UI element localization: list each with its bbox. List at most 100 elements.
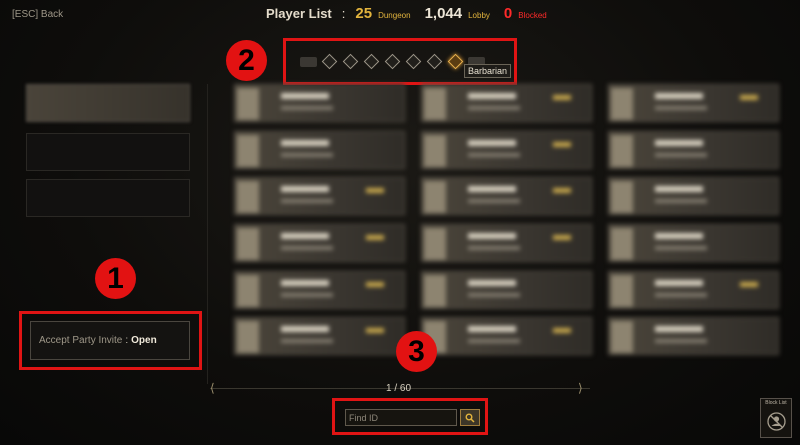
player-name	[281, 139, 329, 146]
prev-page-arrow-icon[interactable]: ⟨	[210, 381, 215, 395]
player-badge	[740, 281, 758, 287]
player-info	[468, 199, 520, 204]
player-name	[281, 93, 329, 99]
class-filter-barbarian[interactable]	[447, 53, 464, 70]
class-filter-option[interactable]	[405, 53, 422, 70]
player-card[interactable]	[234, 177, 405, 216]
player-info	[655, 339, 707, 344]
player-card[interactable]	[421, 84, 592, 122]
avatar	[611, 88, 633, 120]
avatar	[237, 181, 259, 214]
player-name	[655, 232, 703, 239]
class-icon	[342, 53, 359, 70]
player-info	[281, 245, 333, 250]
player-badge	[553, 141, 571, 147]
player-card[interactable]	[608, 130, 779, 169]
player-info	[468, 292, 520, 297]
player-card[interactable]	[608, 84, 779, 122]
avatar	[424, 181, 446, 214]
player-name	[281, 279, 329, 286]
player-info	[281, 339, 333, 344]
block-list-button[interactable]: Block List	[760, 398, 792, 438]
player-card[interactable]	[421, 270, 592, 309]
class-filter-all[interactable]	[300, 53, 317, 70]
player-name	[468, 232, 516, 239]
player-card[interactable]	[608, 270, 779, 309]
avatar	[237, 227, 259, 260]
player-card[interactable]	[234, 223, 405, 262]
class-icon	[384, 53, 401, 70]
player-info	[281, 199, 333, 204]
blocked-label: Blocked	[518, 11, 547, 20]
search-button[interactable]	[460, 409, 480, 426]
party-member-card[interactable]	[26, 84, 190, 122]
back-button[interactable]: [ESC] Back	[12, 9, 63, 20]
all-classes-icon	[300, 56, 317, 67]
find-id-input[interactable]	[345, 409, 457, 426]
accept-party-invite-sep: :	[125, 335, 129, 346]
player-badge	[553, 188, 571, 194]
lobby-count: 1,044	[424, 5, 463, 22]
title-colon: :	[341, 6, 346, 21]
player-info	[468, 106, 520, 110]
class-filter-option[interactable]	[384, 53, 401, 70]
player-info	[655, 199, 707, 204]
class-icon	[321, 53, 338, 70]
search-icon	[465, 413, 475, 423]
player-name	[655, 326, 703, 333]
avatar	[611, 274, 633, 307]
accept-party-invite-label: Accept Party Invite	[39, 335, 123, 346]
avatar	[237, 88, 259, 120]
player-name	[468, 139, 516, 146]
avatar	[237, 274, 259, 307]
player-info	[468, 152, 520, 157]
player-badge	[366, 188, 384, 194]
player-card[interactable]	[421, 130, 592, 169]
accept-party-invite-highlight: Accept Party Invite : Open	[19, 311, 202, 370]
player-info	[281, 152, 333, 157]
player-badge	[553, 95, 571, 100]
avatar	[424, 88, 446, 120]
player-name	[655, 93, 703, 99]
class-filter-option[interactable]	[342, 53, 359, 70]
page-title: Player List	[266, 6, 332, 21]
avatar	[611, 321, 633, 354]
player-card[interactable]	[234, 270, 405, 309]
player-card[interactable]	[608, 317, 779, 356]
player-card[interactable]	[234, 84, 405, 122]
player-name	[655, 139, 703, 146]
class-icon	[363, 53, 380, 70]
player-name	[468, 279, 516, 286]
player-badge	[553, 234, 571, 240]
block-user-icon	[767, 412, 786, 431]
player-name	[281, 326, 329, 333]
page-indicator: 1 / 60	[386, 383, 412, 394]
party-slot-empty[interactable]	[26, 179, 190, 217]
class-filter-option[interactable]	[321, 53, 338, 70]
next-page-arrow-icon[interactable]: ⟩	[578, 381, 583, 395]
avatar	[424, 134, 446, 167]
avatar	[424, 227, 446, 260]
player-card[interactable]	[421, 177, 592, 216]
blocked-count: 0	[503, 5, 513, 22]
player-card[interactable]	[421, 317, 592, 356]
avatar	[237, 134, 259, 167]
class-filter-option[interactable]	[363, 53, 380, 70]
avatar	[611, 181, 633, 214]
player-card[interactable]	[234, 130, 405, 169]
class-filter-bar: Barbarian	[283, 38, 517, 85]
party-slot-empty[interactable]	[26, 133, 190, 171]
player-name	[655, 279, 703, 286]
class-icon	[405, 53, 422, 70]
player-card[interactable]	[234, 317, 405, 356]
player-card[interactable]	[608, 223, 779, 262]
player-badge	[366, 281, 384, 287]
class-tooltip: Barbarian	[464, 64, 512, 78]
player-badge	[366, 328, 384, 334]
player-card[interactable]	[421, 223, 592, 262]
accept-party-invite-toggle[interactable]: Accept Party Invite : Open	[30, 321, 190, 360]
accept-party-invite-value: Open	[131, 335, 157, 346]
class-filter-option[interactable]	[426, 53, 443, 70]
annotation-marker-1: 1	[95, 258, 136, 299]
player-card[interactable]	[608, 177, 779, 216]
